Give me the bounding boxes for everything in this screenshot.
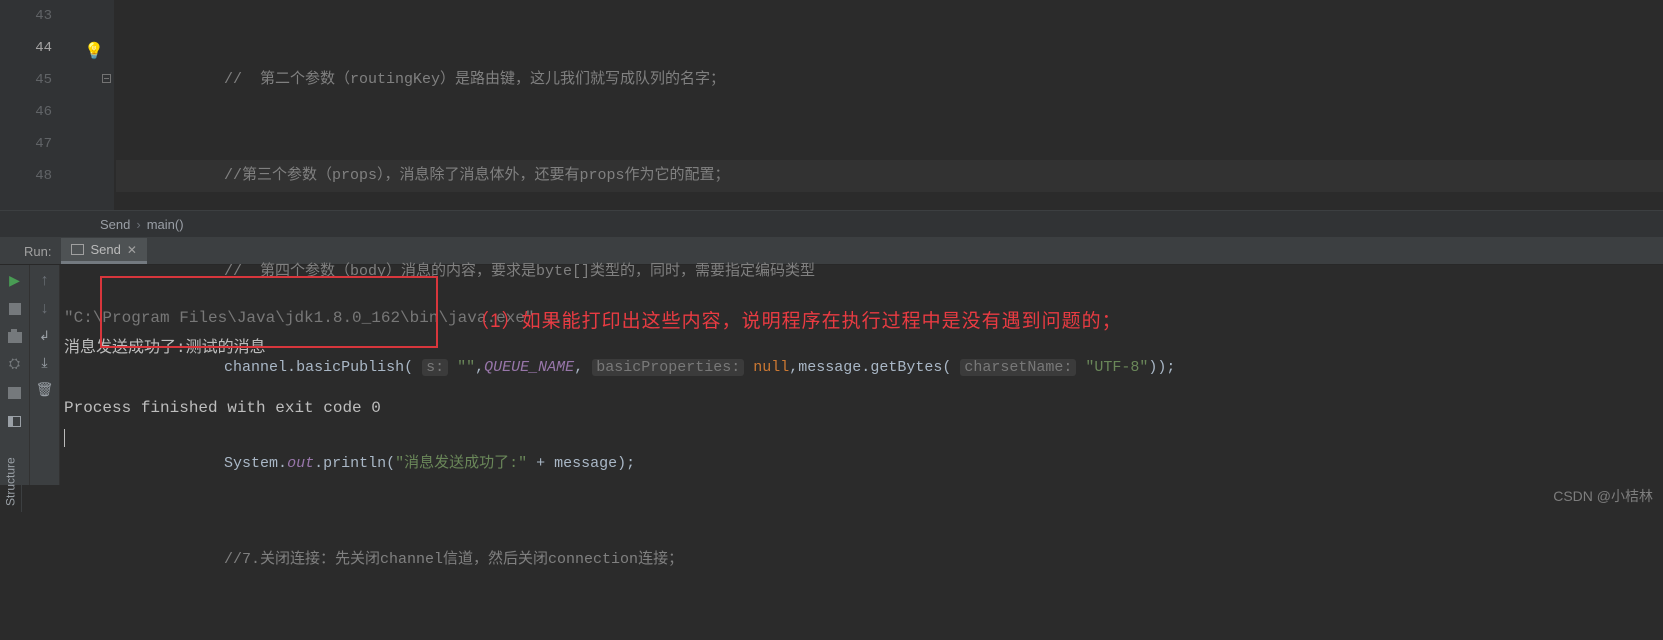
run-config-icon: [71, 244, 84, 255]
close-icon[interactable]: ✕: [127, 243, 137, 257]
run-label: Run:: [0, 238, 61, 264]
run-tab[interactable]: Send ✕: [61, 238, 146, 264]
line-number: 45: [0, 64, 52, 96]
code-editor[interactable]: 43 44 45 46 47 48 💡 // 第二个参数（routingKey）…: [0, 0, 1663, 210]
clear-all-icon[interactable]: 🗑: [37, 382, 53, 398]
console-stdout-line: 消息发送成功了:测试的消息: [64, 339, 266, 357]
run-tool-window: Run: Send ✕ ▶ ⛭ ↑ ↓ ⤓ 🗑 "C:\Program File…: [0, 238, 1663, 485]
down-icon[interactable]: ↓: [37, 301, 53, 317]
soft-wrap-icon[interactable]: [37, 329, 53, 345]
line-number: 48: [0, 160, 52, 192]
console-output[interactable]: "C:\Program Files\Java\jdk1.8.0_162\bin\…: [60, 265, 1663, 485]
breadcrumb-separator-icon: ›: [136, 217, 140, 232]
rerun-icon[interactable]: ▶: [7, 273, 23, 289]
editor-icon-gutter: 💡: [70, 0, 114, 210]
stop-icon[interactable]: [7, 301, 23, 317]
code-comment: // 第二个参数（routingKey）是路由键，这儿我们就写成队列的名字；: [224, 71, 725, 88]
camera-icon[interactable]: [7, 329, 23, 345]
debug-icon[interactable]: ⛭: [7, 357, 23, 373]
breadcrumb-item[interactable]: Send: [100, 217, 130, 232]
code-comment: //7.关闭连接：先关闭channel信道，然后关闭connection连接；: [224, 551, 683, 568]
line-number: 43: [0, 0, 52, 32]
line-number: 47: [0, 128, 52, 160]
line-number: 46: [0, 96, 52, 128]
up-icon[interactable]: ↑: [37, 273, 53, 289]
structure-tool-tab[interactable]: Structure: [0, 382, 22, 512]
console-cursor: [64, 429, 65, 447]
fold-toggle-icon[interactable]: [102, 74, 111, 83]
breadcrumb-item[interactable]: main(): [147, 217, 184, 232]
scroll-to-end-icon[interactable]: ⤓: [38, 357, 51, 370]
console-exit-line: Process finished with exit code 0: [64, 399, 381, 417]
watermark: CSDN @小桔林: [1553, 486, 1653, 506]
line-number-current: 44: [0, 32, 52, 64]
intention-bulb-icon[interactable]: 💡: [84, 36, 104, 68]
code-area[interactable]: // 第二个参数（routingKey）是路由键，这儿我们就写成队列的名字； /…: [114, 0, 1663, 210]
line-number-gutter: 43 44 45 46 47 48: [0, 0, 70, 210]
run-tab-label: Send: [90, 242, 120, 257]
run-toolbar-right: ↑ ↓ ⤓ 🗑: [30, 265, 60, 485]
annotation-text: （1）如果能打印出这些内容，说明程序在执行过程中是没有遇到问题的；: [470, 306, 1122, 333]
code-comment: //第三个参数（props），消息除了消息体外，还要有props作为它的配置；: [224, 167, 730, 184]
